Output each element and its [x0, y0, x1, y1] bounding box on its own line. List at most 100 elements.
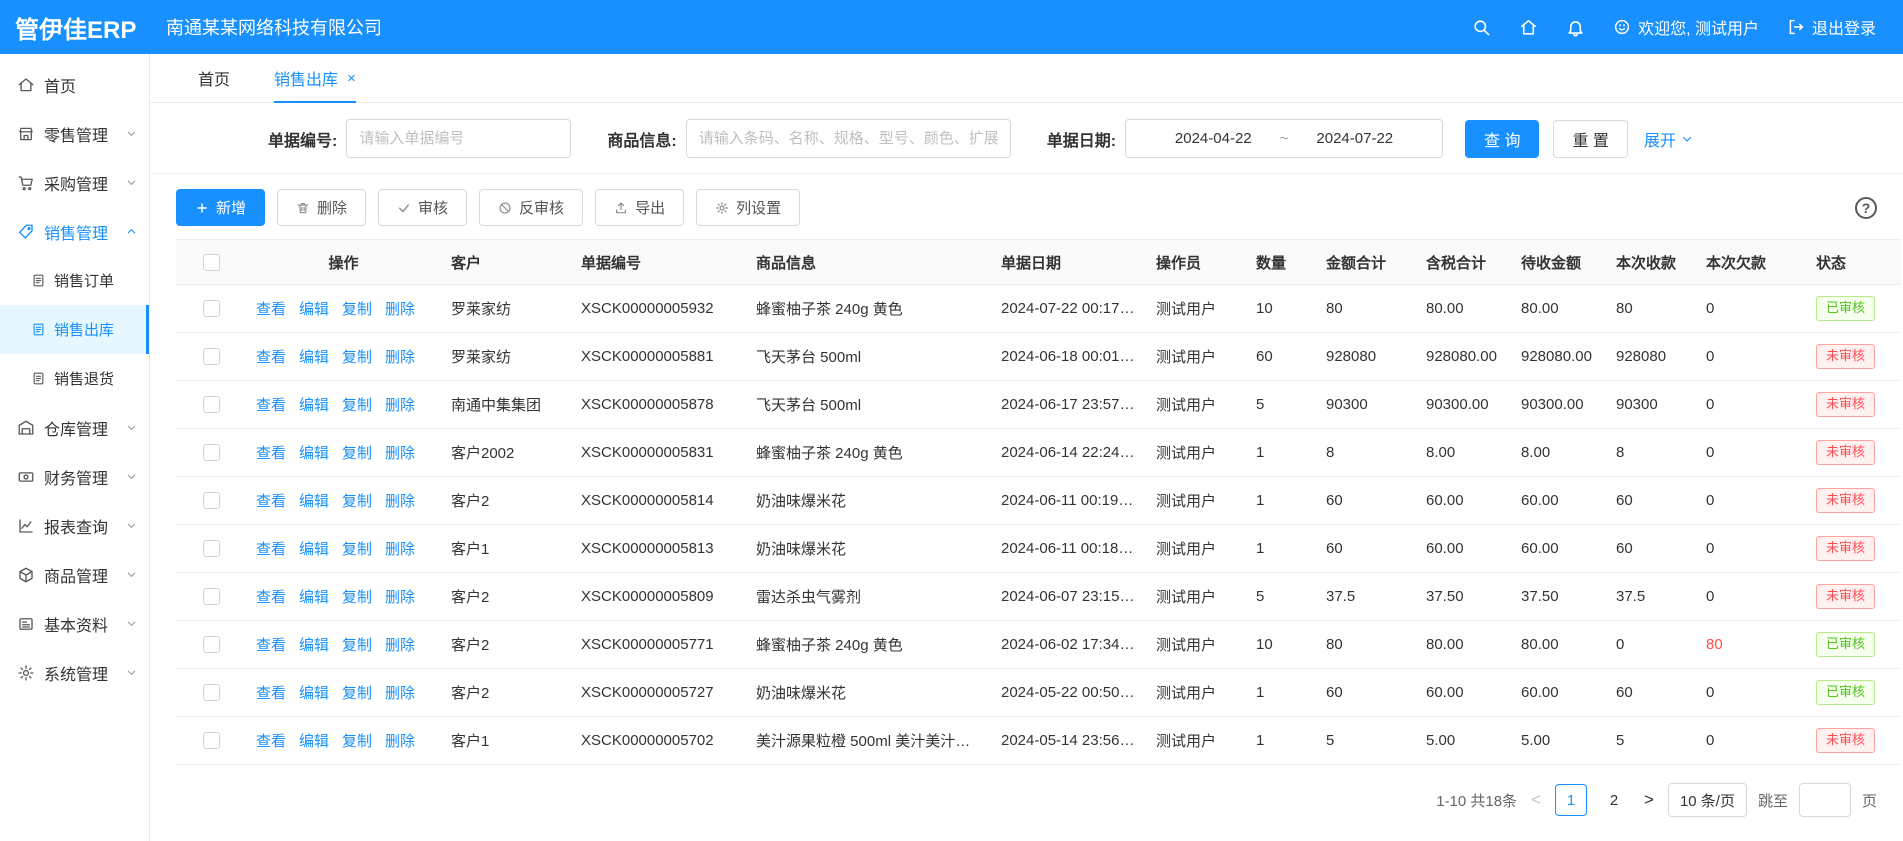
add-button[interactable]: 新增 [176, 189, 265, 226]
tab-home[interactable]: 首页 [198, 54, 230, 102]
edit-link[interactable]: 编辑 [299, 445, 329, 462]
edit-link[interactable]: 编辑 [299, 637, 329, 654]
next-page-button[interactable]: > [1641, 790, 1657, 810]
copy-link[interactable]: 复制 [342, 493, 372, 510]
view-link[interactable]: 查看 [256, 445, 286, 462]
date-range-picker[interactable]: 2024-04-22 ~ 2024-07-22 [1125, 119, 1443, 158]
row-checkbox[interactable] [203, 492, 220, 509]
edit-link[interactable]: 编辑 [299, 301, 329, 318]
copy-link[interactable]: 复制 [342, 637, 372, 654]
delete-link[interactable]: 删除 [385, 493, 415, 510]
view-link[interactable]: 查看 [256, 733, 286, 750]
prev-page-button[interactable]: < [1528, 790, 1544, 810]
bell-icon[interactable] [1566, 18, 1585, 37]
sidebar-item-system[interactable]: 系统管理 [0, 648, 149, 697]
expand-filters-link[interactable]: 展开 [1644, 127, 1693, 151]
sidebar-item-product[interactable]: 商品管理 [0, 550, 149, 599]
reset-button[interactable]: 重 置 [1553, 120, 1627, 158]
logout-button[interactable]: 退出登录 [1787, 15, 1876, 39]
gear-icon [715, 201, 729, 215]
sidebar-item-basicdata[interactable]: 基本资料 [0, 599, 149, 648]
row-checkbox[interactable] [203, 396, 220, 413]
page-2-button[interactable]: 2 [1598, 784, 1630, 816]
view-link[interactable]: 查看 [256, 541, 286, 558]
user-greeting[interactable]: 欢迎您, 测试用户 [1613, 15, 1759, 39]
select-all-checkbox[interactable] [203, 254, 220, 271]
edit-link[interactable]: 编辑 [299, 493, 329, 510]
sidebar-item-finance[interactable]: 财务管理 [0, 452, 149, 501]
operator-cell: 测试用户 [1146, 573, 1246, 621]
copy-link[interactable]: 复制 [342, 685, 372, 702]
column-settings-button[interactable]: 列设置 [696, 189, 800, 226]
qty-cell: 1 [1246, 477, 1316, 525]
edit-link[interactable]: 编辑 [299, 349, 329, 366]
page-1-button[interactable]: 1 [1555, 784, 1587, 816]
delete-link[interactable]: 删除 [385, 301, 415, 318]
sidebar-item-warehouse[interactable]: 仓库管理 [0, 403, 149, 452]
sidebar-item-home[interactable]: 首页 [0, 60, 149, 109]
row-checkbox[interactable] [203, 732, 220, 749]
sidebar-item-sales[interactable]: 销售管理 [0, 207, 149, 256]
close-icon[interactable]: × [347, 70, 356, 87]
sidebar-item-sales-order[interactable]: 销售订单 [0, 256, 149, 305]
view-link[interactable]: 查看 [256, 493, 286, 510]
delete-link[interactable]: 删除 [385, 637, 415, 654]
copy-link[interactable]: 复制 [342, 397, 372, 414]
row-checkbox[interactable] [203, 444, 220, 461]
delete-link[interactable]: 删除 [385, 589, 415, 606]
product-info-input[interactable] [686, 119, 1011, 158]
copy-link[interactable]: 复制 [342, 349, 372, 366]
copy-link[interactable]: 复制 [342, 733, 372, 750]
copy-link[interactable]: 复制 [342, 301, 372, 318]
row-checkbox[interactable] [203, 684, 220, 701]
view-link[interactable]: 查看 [256, 589, 286, 606]
delete-link[interactable]: 删除 [385, 445, 415, 462]
view-link[interactable]: 查看 [256, 397, 286, 414]
delete-link[interactable]: 删除 [385, 733, 415, 750]
row-checkbox[interactable] [203, 636, 220, 653]
search-button[interactable]: 查 询 [1465, 120, 1539, 158]
page-size-select[interactable]: 10 条/页 [1668, 783, 1747, 817]
row-actions-cell: 查看编辑复制删除 [246, 717, 441, 765]
edit-link[interactable]: 编辑 [299, 733, 329, 750]
delete-link[interactable]: 删除 [385, 685, 415, 702]
row-checkbox[interactable] [203, 588, 220, 605]
edit-link[interactable]: 编辑 [299, 685, 329, 702]
row-checkbox[interactable] [203, 348, 220, 365]
sidebar-item-retail[interactable]: 零售管理 [0, 109, 149, 158]
view-link[interactable]: 查看 [256, 349, 286, 366]
row-select-cell [176, 477, 246, 525]
delete-link[interactable]: 删除 [385, 397, 415, 414]
audit-button[interactable]: 审核 [378, 189, 467, 226]
copy-link[interactable]: 复制 [342, 541, 372, 558]
edit-link[interactable]: 编辑 [299, 397, 329, 414]
trash-icon [296, 201, 310, 215]
view-link[interactable]: 查看 [256, 637, 286, 654]
sidebar-item-purchase[interactable]: 采购管理 [0, 158, 149, 207]
edit-link[interactable]: 编辑 [299, 541, 329, 558]
jump-page-input[interactable] [1799, 783, 1851, 817]
delete-link[interactable]: 删除 [385, 541, 415, 558]
warehouse-icon [17, 419, 35, 437]
bill-no-input[interactable] [346, 119, 571, 158]
help-icon[interactable]: ? [1855, 197, 1877, 219]
copy-link[interactable]: 复制 [342, 589, 372, 606]
row-checkbox[interactable] [203, 300, 220, 317]
export-button[interactable]: 导出 [595, 189, 684, 226]
home-icon[interactable] [1519, 18, 1538, 37]
view-link[interactable]: 查看 [256, 301, 286, 318]
sidebar-item-sales-outbound[interactable]: 销售出库 [0, 305, 149, 354]
copy-link[interactable]: 复制 [342, 445, 372, 462]
view-link[interactable]: 查看 [256, 685, 286, 702]
tax-total-cell: 60.00 [1416, 477, 1511, 525]
edit-link[interactable]: 编辑 [299, 589, 329, 606]
unaudit-button[interactable]: 反审核 [479, 189, 583, 226]
search-icon[interactable] [1472, 18, 1491, 37]
delete-link[interactable]: 删除 [385, 349, 415, 366]
chevron-down-icon [126, 422, 137, 433]
tab-sales-outbound[interactable]: 销售出库 × [274, 54, 356, 102]
sidebar-item-sales-return[interactable]: 销售退货 [0, 354, 149, 403]
sidebar-item-report[interactable]: 报表查询 [0, 501, 149, 550]
row-checkbox[interactable] [203, 540, 220, 557]
delete-button[interactable]: 删除 [277, 189, 366, 226]
